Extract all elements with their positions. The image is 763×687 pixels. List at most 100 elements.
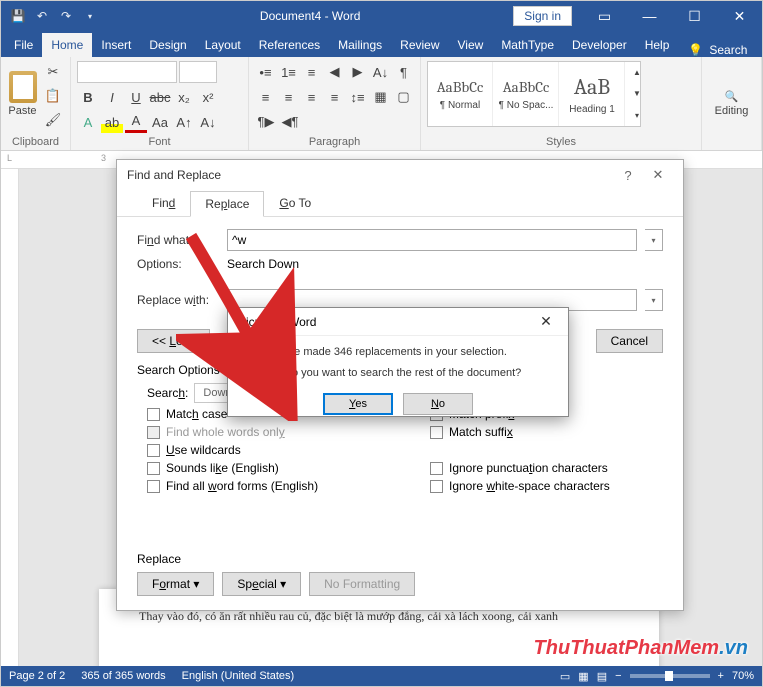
italic-button[interactable]: I — [101, 86, 123, 108]
word-count[interactable]: 365 of 365 words — [81, 670, 165, 682]
cut-icon[interactable]: ✂ — [42, 61, 64, 83]
tab-review[interactable]: Review — [391, 33, 448, 57]
no-button[interactable]: No — [403, 393, 473, 415]
tab-insert[interactable]: Insert — [92, 33, 140, 57]
print-layout-icon[interactable]: ▦ — [578, 670, 588, 683]
tab-view[interactable]: View — [449, 33, 493, 57]
justify-icon[interactable]: ≡ — [324, 86, 345, 108]
ignore-white-checkbox[interactable] — [430, 480, 443, 493]
align-left-icon[interactable]: ≡ — [255, 86, 276, 108]
ignore-punct-checkbox[interactable] — [430, 462, 443, 475]
superscript-button[interactable]: x² — [197, 86, 219, 108]
decrease-indent-icon[interactable]: ◀ — [324, 61, 345, 83]
match-suffix-checkbox[interactable] — [430, 426, 443, 439]
language-status[interactable]: English (United States) — [182, 670, 295, 682]
style-normal[interactable]: AaBbCc¶ Normal — [428, 62, 493, 126]
tab-home[interactable]: Home — [42, 33, 92, 57]
subscript-button[interactable]: x₂ — [173, 86, 195, 108]
special-button[interactable]: Special ▾ — [222, 572, 301, 596]
tab-mailings[interactable]: Mailings — [329, 33, 391, 57]
tab-references[interactable]: References — [250, 33, 329, 57]
tab-help[interactable]: Help — [636, 33, 679, 57]
ribbon-options-icon[interactable]: ▭ — [582, 1, 627, 31]
line-spacing-icon[interactable]: ↕≡ — [347, 86, 368, 108]
read-mode-icon[interactable]: ▭ — [560, 670, 570, 683]
wildcards-checkbox[interactable] — [147, 444, 160, 457]
font-name-combo[interactable] — [77, 61, 177, 83]
msgbox-close-icon[interactable]: ✕ — [532, 313, 560, 330]
cancel-button[interactable]: Cancel — [596, 329, 663, 353]
ltr-icon[interactable]: ¶▶ — [255, 111, 277, 133]
tab-goto[interactable]: Go To — [264, 190, 326, 216]
styles-down-icon[interactable]: ▼ — [626, 83, 648, 104]
replace-history-icon[interactable]: ▾ — [645, 289, 663, 311]
increase-indent-icon[interactable]: ▶ — [347, 61, 368, 83]
styles-up-icon[interactable]: ▲ — [626, 62, 648, 83]
copy-icon[interactable]: 📋 — [42, 85, 64, 107]
bold-button[interactable]: B — [77, 86, 99, 108]
close-icon[interactable]: ✕ — [717, 1, 762, 31]
align-right-icon[interactable]: ≡ — [301, 86, 322, 108]
redo-icon[interactable]: ↷ — [55, 5, 77, 27]
bullets-icon[interactable]: •≡ — [255, 61, 276, 83]
paste-button[interactable]: Paste — [7, 61, 38, 127]
grow-font-icon[interactable]: A↑ — [173, 111, 195, 133]
document-text[interactable]: Thay vào đó, có ăn rất nhiều rau củ, đặc… — [139, 609, 619, 624]
maximize-icon[interactable]: ☐ — [672, 1, 717, 31]
web-layout-icon[interactable]: ▤ — [597, 670, 607, 683]
find-what-input[interactable] — [227, 229, 637, 251]
tab-find[interactable]: Find — [137, 190, 190, 216]
dialog-close-icon[interactable]: ✕ — [643, 167, 673, 183]
msgbox-titlebar[interactable]: Microsoft Word ✕ — [228, 308, 568, 336]
qat-customize-icon[interactable]: ▾ — [79, 5, 101, 27]
search-box[interactable]: 💡Search — [678, 43, 757, 57]
format-painter-icon[interactable]: 🖌 — [42, 109, 64, 131]
tab-mathtype[interactable]: MathType — [492, 33, 563, 57]
show-marks-icon[interactable]: ¶ — [393, 61, 414, 83]
style-nospacing[interactable]: AaBbCc¶ No Spac... — [494, 62, 559, 126]
zoom-in-icon[interactable]: + — [718, 670, 724, 682]
numbering-icon[interactable]: 1≡ — [278, 61, 299, 83]
tab-developer[interactable]: Developer — [563, 33, 636, 57]
sort-icon[interactable]: A↓ — [370, 61, 391, 83]
minimize-icon[interactable]: ― — [627, 1, 672, 31]
underline-button[interactable]: U — [125, 86, 147, 108]
tab-design[interactable]: Design — [140, 33, 195, 57]
styles-more-icon[interactable]: ▾ — [626, 105, 648, 126]
editing-button[interactable]: 🔍Editing — [711, 71, 753, 137]
font-size-combo[interactable] — [179, 61, 217, 83]
zoom-level[interactable]: 70% — [732, 670, 754, 682]
text-effects-icon[interactable]: A — [77, 111, 99, 133]
shrink-font-icon[interactable]: A↓ — [197, 111, 219, 133]
zoom-slider[interactable] — [630, 674, 710, 678]
sign-in-button[interactable]: Sign in — [513, 6, 572, 26]
tab-layout[interactable]: Layout — [196, 33, 250, 57]
multilevel-icon[interactable]: ≡ — [301, 61, 322, 83]
dialog-help-icon[interactable]: ? — [613, 168, 643, 183]
highlight-icon[interactable]: ab — [101, 111, 123, 133]
tab-file[interactable]: File — [5, 33, 42, 57]
undo-icon[interactable]: ↶ — [31, 5, 53, 27]
format-button[interactable]: Format ▾ — [137, 572, 214, 596]
share-button[interactable]: 👤Share — [757, 43, 763, 57]
save-icon[interactable]: 💾 — [7, 5, 29, 27]
zoom-out-icon[interactable]: − — [615, 670, 621, 682]
borders-icon[interactable]: ▢ — [393, 86, 414, 108]
styles-gallery[interactable]: AaBbCc¶ Normal AaBbCc¶ No Spac... AaBHea… — [427, 61, 641, 127]
vertical-ruler[interactable] — [1, 169, 19, 666]
page-status[interactable]: Page 2 of 2 — [9, 670, 65, 682]
tab-replace[interactable]: Replace — [190, 191, 264, 217]
dialog-titlebar[interactable]: Find and Replace ? ✕ — [117, 160, 683, 190]
change-case-icon[interactable]: Aa — [149, 111, 171, 133]
find-history-icon[interactable]: ▾ — [645, 229, 663, 251]
less-button[interactable]: << Less — [137, 329, 210, 353]
sounds-like-checkbox[interactable] — [147, 462, 160, 475]
style-heading1[interactable]: AaBHeading 1 — [560, 62, 625, 126]
word-forms-checkbox[interactable] — [147, 480, 160, 493]
match-case-checkbox[interactable] — [147, 408, 160, 421]
font-color-icon[interactable]: A — [125, 111, 147, 133]
yes-button[interactable]: Yes — [323, 393, 393, 415]
align-center-icon[interactable]: ≡ — [278, 86, 299, 108]
strikethrough-button[interactable]: abc — [149, 86, 171, 108]
shading-icon[interactable]: ▦ — [370, 86, 391, 108]
